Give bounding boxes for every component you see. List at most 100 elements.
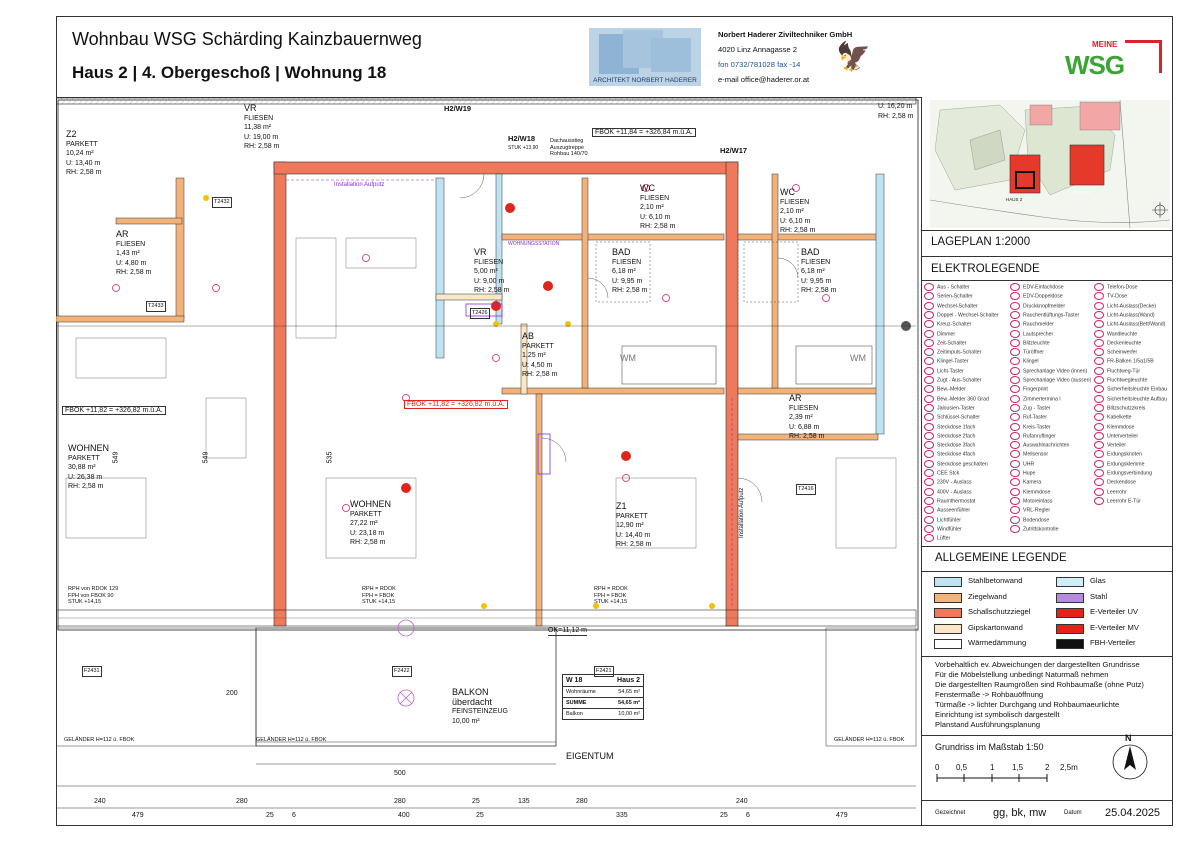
electro-symbol-icon bbox=[1010, 320, 1020, 329]
site-plan: HAUS 2 HAUS 1 bbox=[929, 99, 1171, 229]
electro-symbol-icon bbox=[924, 487, 934, 496]
electro-symbol-icon bbox=[1094, 385, 1104, 394]
legend-swatch bbox=[934, 623, 962, 634]
legend-label: E-Verteiler UV bbox=[1090, 607, 1139, 616]
electro-legend-item: Licht-Auslass(Bett/Wand) bbox=[1094, 320, 1165, 329]
electro-legend-item: Zimmertermina l bbox=[1010, 394, 1060, 403]
electro-legend-item: Lichtfühler bbox=[924, 515, 961, 524]
wm-label-right: WM bbox=[850, 353, 866, 363]
scale-tick: 2,5m bbox=[1060, 763, 1078, 772]
electro-legend-item: Leerrohr bbox=[1094, 487, 1127, 496]
vertical-dim-wohnen: 535 bbox=[326, 451, 334, 464]
scale-tick: 0,5 bbox=[956, 763, 968, 772]
legend-swatch bbox=[1056, 592, 1084, 603]
window-f2431: F2431 bbox=[82, 666, 102, 677]
electro-legend-item: Aus - Schalter bbox=[924, 283, 970, 291]
dimension-label: 25 bbox=[472, 798, 480, 805]
dimension-label: 479 bbox=[132, 812, 144, 819]
electro-legend-item: Leerrohr E-Tür bbox=[1094, 496, 1141, 505]
drawn-by: gg, bk, mw bbox=[993, 807, 1047, 819]
electro-symbol-icon bbox=[1094, 338, 1104, 347]
note-line: Einrichtung ist symbolisch dargestellt bbox=[935, 710, 1060, 719]
electro-symbol-icon bbox=[1010, 376, 1020, 384]
electro-legend-item: Wechsel-Schalter bbox=[924, 301, 978, 310]
electro-symbol-icon bbox=[1010, 301, 1020, 310]
electro-legend-item: Hupe bbox=[1010, 469, 1035, 477]
electro-legend-item: Sprechanlage Video (innen) bbox=[1010, 366, 1087, 375]
house-2-label: HAUS 2 bbox=[1006, 197, 1023, 202]
firm-email: e-mail office@haderer.or.at bbox=[718, 75, 810, 84]
room-bad-right: BAD FLIESEN 6,18 m² U: 9,95 m RH: 2,58 m bbox=[801, 247, 837, 294]
electro-symbol-icon bbox=[924, 338, 934, 347]
dimension-label: 400 bbox=[398, 812, 410, 819]
electro-legend-item: Fingerprint bbox=[1010, 385, 1048, 394]
note-line: Fenstermaße -> Rohbauöffnung bbox=[935, 690, 1044, 699]
electro-symbol-icon bbox=[1010, 338, 1020, 347]
dachausstieg-label: Dachausstieg Auszugtreppe Rohbau 140/70 bbox=[550, 138, 588, 157]
electro-symbol-icon bbox=[1094, 478, 1104, 487]
electro-symbol-icon bbox=[924, 469, 934, 477]
electro-legend-title: ELEKTROLEGENDE bbox=[931, 263, 1040, 275]
gelaender-left: GELÄNDER H=112 ü. FBOK bbox=[64, 737, 135, 743]
electro-symbol-icon bbox=[924, 366, 934, 375]
electro-symbol-icon bbox=[924, 301, 934, 310]
area-row: Wohnräume 54,65 m² bbox=[563, 686, 643, 697]
electro-symbol-icon bbox=[1094, 413, 1104, 422]
client-logo: MEINE WSG bbox=[1065, 40, 1165, 80]
electro-legend-item: Steckdose 2fach bbox=[924, 431, 975, 440]
room-z1: Z1 PARKETT 12,90 m² U: 14,40 m RH: 2,58 m bbox=[616, 501, 652, 548]
stair-w18-stuk: STUK +13,90 bbox=[508, 145, 539, 151]
level-ok: OK=11,12 m bbox=[548, 627, 587, 636]
stair-w19: H2/W19 bbox=[444, 104, 472, 113]
electro-legend-item: Licht-Taster bbox=[924, 366, 964, 375]
electro-symbol-icon bbox=[924, 292, 934, 301]
electro-legend-item: Zugt - Aus-Schalter bbox=[924, 376, 981, 384]
electro-legend-item: UHR bbox=[1010, 459, 1034, 468]
electro-symbol-icon bbox=[924, 403, 934, 412]
north-arrow-icon: N bbox=[1105, 734, 1155, 784]
coat-of-arms-icon: 🦅 bbox=[836, 41, 871, 72]
firm-info: Norbert Haderer Ziviltechniker GmbH 4020… bbox=[718, 27, 852, 87]
electro-legend-item: Erdungsknoten bbox=[1094, 450, 1142, 459]
date-label: Datum bbox=[1064, 810, 1082, 816]
electro-symbol-icon bbox=[1094, 357, 1104, 366]
room-wc: WC FLIESEN 2,10 m² U: 6,10 m RH: 2,58 m bbox=[640, 183, 676, 230]
drawn-label: Gezeichnet bbox=[935, 810, 966, 816]
electro-legend-item: 230V - Auslass bbox=[924, 478, 972, 487]
electro-symbol-icon bbox=[924, 422, 934, 431]
scale-tick: 1 bbox=[990, 763, 995, 772]
vertical-dim-mid: 549 bbox=[202, 451, 210, 464]
legend-swatch bbox=[934, 639, 962, 649]
note-line: Planstand Ausführungsplanung bbox=[935, 720, 1041, 729]
electro-legend-item: Deckendose bbox=[1094, 478, 1136, 487]
electro-symbol-icon bbox=[1094, 441, 1104, 450]
electro-symbol-icon bbox=[1010, 478, 1020, 487]
parapet-mid: RPH = RDOK FPH = FBOK STUK +14,15 bbox=[362, 586, 396, 605]
electro-symbol-icon bbox=[1010, 348, 1020, 357]
installation-right-label: Installation Aufputz bbox=[739, 487, 745, 538]
door-t2433: T2433 bbox=[146, 301, 166, 312]
level-fbok-center: FBOK +11,82 = +326,82 m.ü.A. bbox=[404, 400, 508, 409]
room-wohnen-left: WOHNEN PARKETT 30,88 m² U: 26,38 m RH: 2,58 … bbox=[68, 443, 109, 490]
electro-legend-item: Türöffner bbox=[1010, 348, 1044, 357]
electro-legend-item: Jalousien-Taster bbox=[924, 403, 975, 412]
electro-legend-item: Telefon-Dose bbox=[1094, 283, 1138, 291]
electro-symbol-icon bbox=[924, 524, 934, 533]
stair-w18: H2/W18 bbox=[508, 134, 536, 143]
electro-legend-item: Rufanruftinger bbox=[1010, 431, 1056, 440]
electro-symbol-icon bbox=[1094, 394, 1104, 403]
scale-tick: 0 bbox=[935, 763, 940, 772]
room-ar-right: AR FLIESEN 2,39 m² U: 6,88 m RH: 2,58 m bbox=[789, 393, 825, 440]
side-panel-divider bbox=[921, 97, 922, 826]
electro-symbol-icon bbox=[924, 413, 934, 422]
electro-legend-item: Verteiler bbox=[1094, 441, 1126, 450]
legend-swatch bbox=[934, 577, 962, 587]
electro-symbol-icon bbox=[1010, 283, 1020, 291]
electro-symbol-icon bbox=[924, 459, 934, 468]
electro-legend-item: Zeitimpuls-Schalter bbox=[924, 348, 981, 357]
legend-label: Glas bbox=[1090, 576, 1106, 585]
room-vr: VR FLIESEN 5,00 m² U: 9,00 m RH: 2,58 m bbox=[474, 247, 510, 294]
electro-symbol-icon bbox=[924, 329, 934, 338]
plan-notes: Vorbehaltlich ev. Abweichungen der darge… bbox=[935, 660, 1173, 730]
scale-title: Grundriss im Maßstab 1:50 bbox=[935, 742, 1044, 752]
